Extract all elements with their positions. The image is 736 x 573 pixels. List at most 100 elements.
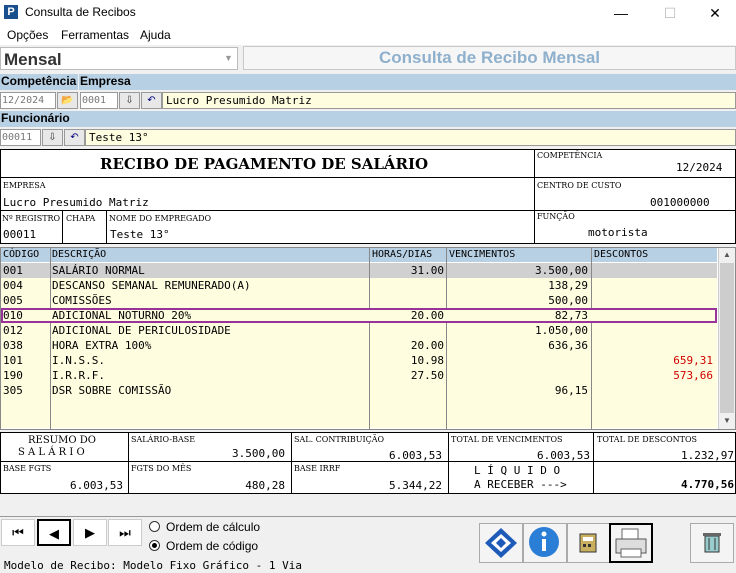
radio-ordem-calculo[interactable] bbox=[149, 521, 160, 532]
cell-horas bbox=[372, 383, 444, 398]
cell-desc bbox=[594, 293, 713, 308]
cell-descricao: HORA EXTRA 100% bbox=[52, 339, 152, 352]
cell-descricao: ADICIONAL NOTURNO 20% bbox=[52, 309, 192, 322]
divider bbox=[291, 432, 292, 494]
calculator-button[interactable] bbox=[567, 523, 611, 563]
cell-codigo: 038 bbox=[3, 339, 23, 352]
table-row[interactable]: 101 I.N.S.S. 10.98 659,31 bbox=[1, 353, 717, 368]
table-row[interactable]: 012 ADICIONAL DE PERICULOSIDADE 1.050,00 bbox=[1, 323, 717, 338]
folder-open-icon[interactable]: 📂 bbox=[57, 92, 78, 109]
competencia-label: COMPETÊNCIA bbox=[537, 151, 603, 160]
base-irrf-value: 5.344,22 bbox=[389, 479, 442, 492]
cell-venc: 500,00 bbox=[548, 294, 588, 307]
undo-icon[interactable]: ↶ bbox=[64, 129, 85, 146]
cell-descricao: ADICIONAL DE PERICULOSIDADE bbox=[52, 324, 231, 337]
table-row[interactable]: 305 DSR SOBRE COMISSÃO 96,15 bbox=[1, 383, 717, 398]
undo-icon[interactable]: ↶ bbox=[141, 92, 162, 109]
mode-select[interactable]: Mensal ▼ bbox=[0, 47, 238, 70]
funcao-label: FUNÇÃO bbox=[537, 212, 575, 221]
first-record-button[interactable]: ⏮ bbox=[1, 519, 35, 546]
receipt-registro: 00011 bbox=[3, 228, 37, 241]
cell-codigo: 101 bbox=[3, 354, 23, 367]
info-button[interactable] bbox=[523, 523, 567, 563]
cell-desc bbox=[594, 308, 713, 323]
export-button[interactable] bbox=[479, 523, 523, 563]
menu-ferramentas[interactable]: Ferramentas bbox=[61, 28, 129, 42]
scroll-thumb[interactable] bbox=[720, 263, 734, 413]
download-arrow-icon[interactable]: ⇩ bbox=[119, 92, 140, 109]
salario-label: S A L Á R I O bbox=[18, 447, 85, 458]
mode-select-value: Mensal bbox=[4, 50, 62, 69]
radio-ordem-codigo[interactable] bbox=[149, 540, 160, 551]
cell-descricao: DESCANSO SEMANAL REMUNERADO(A) bbox=[52, 279, 251, 292]
table-row[interactable]: 038 HORA EXTRA 100% 20.00 636,36 bbox=[1, 338, 717, 353]
table-row[interactable]: 001 SALÁRIO NORMAL 31.00 3.500,00 bbox=[1, 263, 717, 278]
funcionario-name-field: Teste 13° bbox=[85, 129, 736, 146]
cell-horas: 20.00 bbox=[410, 339, 444, 352]
close-button[interactable]: ✕ bbox=[692, 0, 736, 26]
cell-horas bbox=[372, 293, 444, 308]
cell-venc bbox=[449, 368, 588, 383]
table-row[interactable]: 010 ADICIONAL NOTURNO 20% 20.00 82,73 bbox=[1, 308, 717, 323]
receipt-nome: Teste 13° bbox=[110, 228, 170, 241]
salario-base-label: SALÁRIO-BASE bbox=[131, 435, 196, 444]
cell-desc: 573,66 bbox=[673, 369, 713, 382]
menu-opcoes[interactable]: Opções bbox=[7, 28, 48, 42]
cell-venc: 138,29 bbox=[548, 279, 588, 292]
cell-desc bbox=[594, 338, 713, 353]
col-descricao[interactable]: DESCRIÇÃO bbox=[52, 248, 106, 261]
empresa-code-field[interactable]: 0001 bbox=[80, 92, 118, 109]
liquido-value: 4.770,56 bbox=[681, 478, 734, 491]
minimize-button[interactable]: — bbox=[598, 0, 644, 26]
menu-ajuda[interactable]: Ajuda bbox=[140, 28, 171, 42]
col-descontos[interactable]: DESCONTOS bbox=[594, 248, 648, 261]
scroll-up-icon[interactable]: ▲ bbox=[719, 248, 735, 262]
last-record-button[interactable]: ⏭ bbox=[108, 519, 142, 546]
col-vencimentos[interactable]: VENCIMENTOS bbox=[449, 248, 515, 261]
sal-contrib-value: 6.003,53 bbox=[389, 449, 442, 462]
table-row[interactable]: 004 DESCANSO SEMANAL REMUNERADO(A) 138,29 bbox=[1, 278, 717, 293]
radio-ordem-codigo-label[interactable]: Ordem de código bbox=[166, 539, 258, 553]
empty-row bbox=[1, 398, 717, 413]
next-record-button[interactable]: ▶ bbox=[73, 519, 107, 546]
print-button[interactable] bbox=[609, 523, 653, 563]
cell-codigo: 010 bbox=[3, 309, 23, 322]
cell-horas: 20.00 bbox=[410, 309, 444, 322]
cell-descricao: COMISSÕES bbox=[52, 294, 112, 307]
delete-button[interactable] bbox=[690, 523, 734, 563]
funcionario-code-field[interactable]: 00011 bbox=[0, 129, 41, 146]
previous-record-button[interactable]: ◀ bbox=[37, 519, 71, 546]
cell-desc bbox=[594, 278, 713, 293]
divider bbox=[593, 432, 594, 494]
total-desc-value: 1.232,97 bbox=[681, 449, 734, 462]
radio-dot bbox=[152, 543, 157, 548]
receipt-funcao: motorista bbox=[588, 226, 648, 239]
chevron-down-icon[interactable]: ▼ bbox=[221, 49, 236, 68]
competencia-field[interactable]: 12/2024 bbox=[0, 92, 56, 109]
col-horas[interactable]: HORAS/DIAS bbox=[372, 248, 432, 261]
total-venc-value: 6.003,53 bbox=[537, 449, 590, 462]
table-row[interactable]: 005 COMISSÕES 500,00 bbox=[1, 293, 717, 308]
page-title-box: Consulta de Recibo Mensal bbox=[243, 46, 736, 70]
cell-codigo: 012 bbox=[3, 324, 23, 337]
app-icon: P bbox=[4, 5, 18, 19]
diamond-arrows-icon bbox=[485, 528, 517, 558]
receipt-empresa: Lucro Presumido Matriz bbox=[3, 196, 149, 209]
competencia-label: Competência bbox=[0, 74, 78, 90]
cell-descricao: DSR SOBRE COMISSÃO bbox=[52, 384, 172, 397]
empresa-label: Empresa bbox=[79, 74, 736, 90]
table-row[interactable]: 190 I.R.R.F. 27.50 573,66 bbox=[1, 368, 717, 383]
fgts-mes-label: FGTS DO MÊS bbox=[131, 464, 192, 473]
maximize-button[interactable]: ☐ bbox=[647, 0, 693, 26]
resumo-label: RESUMO DO bbox=[28, 435, 96, 446]
col-codigo[interactable]: CÓDIGO bbox=[3, 248, 39, 261]
scroll-down-icon[interactable]: ▼ bbox=[719, 414, 735, 428]
cell-desc bbox=[594, 323, 713, 338]
cell-descricao: I.N.S.S. bbox=[52, 354, 105, 367]
download-arrow-icon[interactable]: ⇩ bbox=[42, 129, 63, 146]
funcionario-label: Funcionário bbox=[0, 111, 736, 127]
radio-ordem-calculo-label[interactable]: Ordem de cálculo bbox=[166, 520, 260, 534]
cell-desc bbox=[594, 263, 713, 278]
chapa-label: CHAPA bbox=[66, 214, 96, 223]
divider bbox=[446, 248, 447, 429]
